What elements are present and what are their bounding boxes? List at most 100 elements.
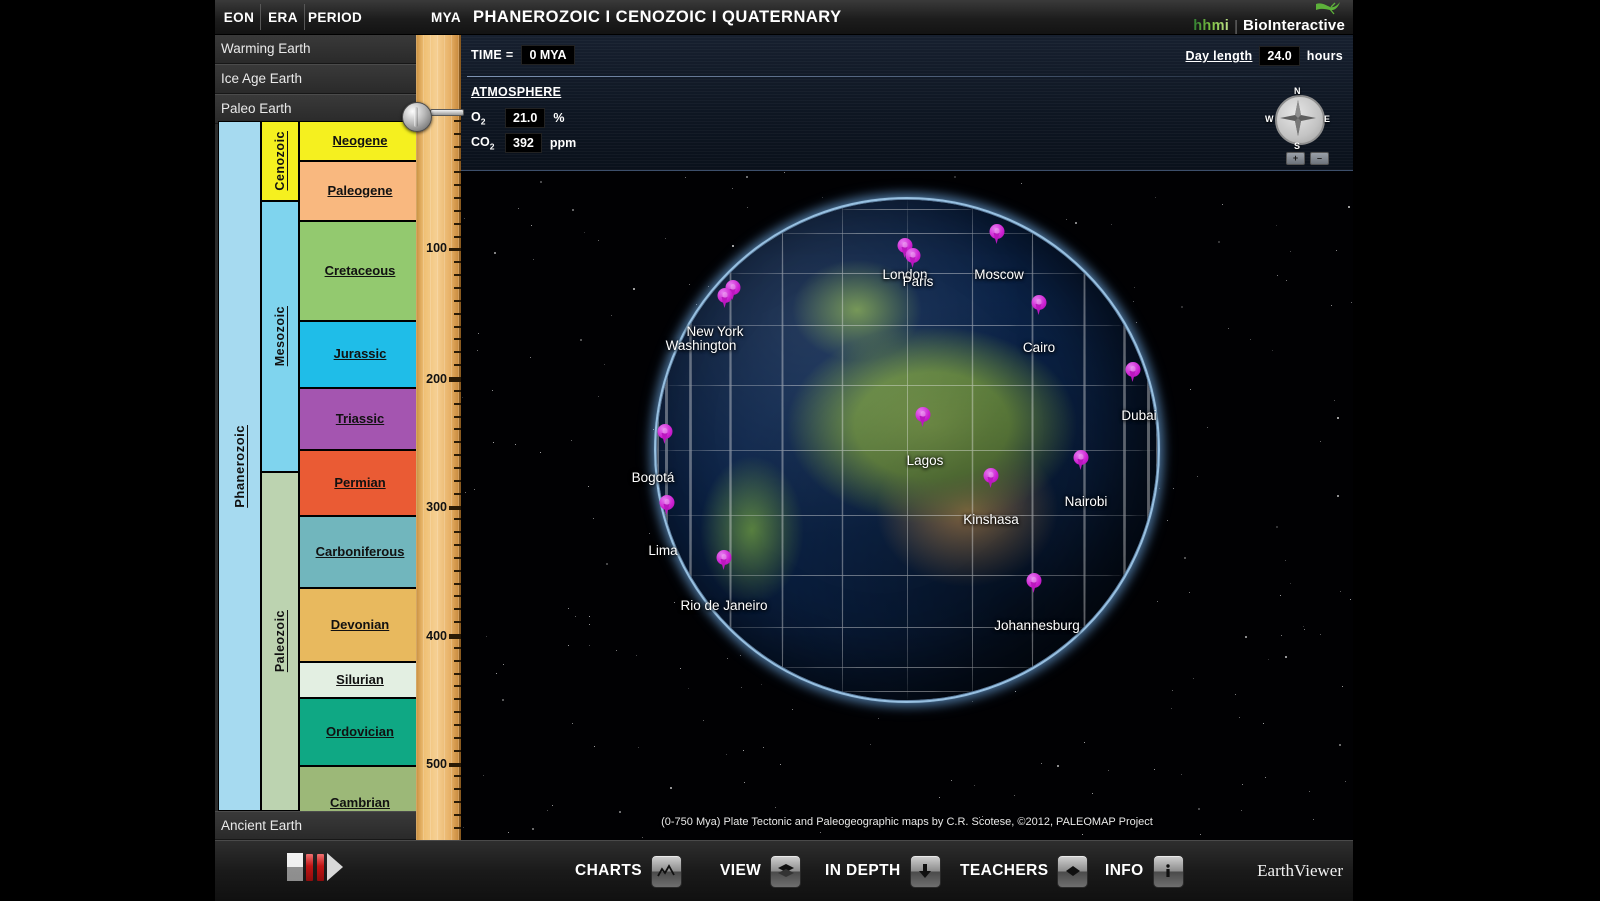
city-marker-pin[interactable] [1031, 295, 1047, 315]
toolbar-item-teachers[interactable]: TEACHERS [960, 841, 1089, 901]
time-slider-stem [430, 109, 464, 116]
period-ordovician[interactable]: Ordovician [299, 698, 421, 766]
mya-ruler[interactable]: 100 200 300 400 500 [402, 34, 464, 840]
ruler-tick [454, 146, 461, 148]
period-jurassic[interactable]: Jurassic [299, 321, 421, 388]
toolbar-item-charts[interactable]: CHARTS [575, 841, 682, 901]
city-marker-label: Johannesburg [994, 618, 1080, 633]
breadcrumb: PHANEROZOIC I CENOZOIC I QUATERNARY [473, 7, 842, 26]
co2-value: 392 [505, 133, 542, 153]
toolbar-item-in-depth[interactable]: IN DEPTH [825, 841, 941, 901]
view-item-label: Ancient Earth [221, 817, 303, 833]
transport-controls [287, 853, 343, 881]
city-marker-label: Kinshasa [963, 512, 1019, 527]
ruler-tick [454, 698, 461, 700]
pin-tip [1035, 304, 1042, 315]
pin-highlight [902, 242, 908, 248]
ruler-tick [454, 441, 461, 443]
pin-highlight [1036, 299, 1042, 305]
header-divider [304, 4, 305, 30]
period-paleogene[interactable]: Paleogene [299, 161, 421, 221]
pin-highlight [1130, 366, 1136, 372]
pin-highlight [664, 499, 670, 505]
city-marker-pin[interactable] [1073, 450, 1089, 470]
era-label: Paleozoic [273, 610, 287, 673]
globe-viewer[interactable]: TIME = 0 MYA Day length 24.0 hours ATMOS… [461, 34, 1353, 840]
era-cenozoic[interactable]: Cenozoic [261, 121, 299, 201]
step-back-button[interactable] [287, 853, 303, 881]
era-paleozoic[interactable]: Paleozoic [261, 472, 299, 811]
ruler-tick [454, 801, 461, 803]
period-label: Paleogene [327, 182, 393, 198]
compass-south-label: S [1294, 141, 1301, 151]
ruler-tick [454, 261, 461, 263]
period-devonian[interactable]: Devonian [299, 588, 421, 662]
city-marker-pin[interactable] [659, 495, 675, 515]
toolbar-item-view[interactable]: VIEW [720, 841, 802, 901]
pause-button[interactable] [306, 853, 324, 881]
ruler-tick [454, 621, 461, 623]
ruler-tick [454, 557, 461, 559]
ruler-tick [454, 467, 461, 469]
zoom-in-button[interactable]: + [1286, 152, 1305, 165]
hhmi-biointeractive-logo[interactable]: hhmi | BioInteractive [1193, 0, 1345, 41]
ruler-tick-label: 200 [426, 372, 447, 386]
ruler-tick [454, 608, 461, 610]
day-length-label[interactable]: Day length [1186, 49, 1253, 63]
city-marker-pin[interactable] [905, 248, 921, 268]
letterbox-left [0, 0, 215, 900]
pin-highlight [662, 428, 668, 434]
top-header-bar: EON ERA PERIOD MYA PHANEROZOIC I CENOZOI… [215, 0, 1353, 35]
pin-tip [919, 416, 926, 427]
ruler-tick [454, 159, 461, 161]
step-forward-button[interactable] [327, 853, 343, 881]
compass-needle-icon [1280, 100, 1316, 136]
ruler-tick-label: 400 [426, 629, 447, 643]
atmosphere-title[interactable]: ATMOSPHERE [471, 85, 561, 99]
period-carboniferous[interactable]: Carboniferous [299, 516, 421, 588]
pin-highlight [1031, 577, 1037, 583]
letterbox-right [1353, 0, 1600, 900]
ruler-tick [454, 184, 461, 186]
ruler-tick [454, 685, 461, 687]
city-marker-label: Lagos [906, 453, 944, 468]
pin-tip [661, 433, 668, 444]
ruler-tick [454, 737, 461, 739]
city-marker-pin[interactable] [657, 424, 673, 444]
city-marker-pin[interactable] [716, 550, 732, 570]
day-length-readout[interactable]: Day length 24.0 hours [1186, 46, 1343, 66]
era-label: Mesozoic [273, 306, 287, 367]
layers-icon [770, 854, 802, 888]
ruler-tick [454, 223, 461, 225]
ruler-tick [454, 364, 461, 366]
era-mesozoic[interactable]: Mesozoic [261, 201, 299, 472]
eon-phanerozoic[interactable]: Phanerozoic [218, 121, 261, 811]
city-marker-label: Dubai [1121, 408, 1157, 423]
time-slider-knob[interactable] [402, 102, 432, 132]
ruler-tick [454, 210, 461, 212]
city-marker-pin[interactable] [717, 288, 733, 308]
period-neogene[interactable]: Neogene [299, 121, 421, 161]
pin-tip [721, 297, 728, 308]
city-marker-pin[interactable] [1026, 573, 1042, 593]
compass-rose[interactable]: N E S W [1265, 86, 1330, 151]
ruler-tick [454, 171, 461, 173]
period-permian[interactable]: Permian [299, 450, 421, 516]
period-triassic[interactable]: Triassic [299, 388, 421, 450]
city-marker-pin[interactable] [915, 407, 931, 427]
city-marker-pin[interactable] [989, 224, 1005, 244]
globe-container[interactable]: London Paris Moscow New York Washington Cairo… [461, 170, 1353, 840]
oxygen-unit: % [553, 111, 565, 125]
period-silurian[interactable]: Silurian [299, 662, 421, 698]
period-cretaceous[interactable]: Cretaceous [299, 221, 421, 321]
compass-west-label: W [1265, 114, 1274, 124]
period-label: Silurian [336, 671, 384, 687]
time-value: 0 MYA [521, 45, 575, 65]
zoom-out-button[interactable]: – [1310, 152, 1329, 165]
ruler-tick [454, 493, 461, 495]
co2-readout: CO2 392 ppm [471, 133, 576, 153]
city-marker-pin[interactable] [983, 468, 999, 488]
toolbar-item-info[interactable]: INFO [1105, 841, 1184, 901]
city-marker-label: Bogotá [631, 470, 675, 485]
city-marker-pin[interactable] [1125, 362, 1141, 382]
